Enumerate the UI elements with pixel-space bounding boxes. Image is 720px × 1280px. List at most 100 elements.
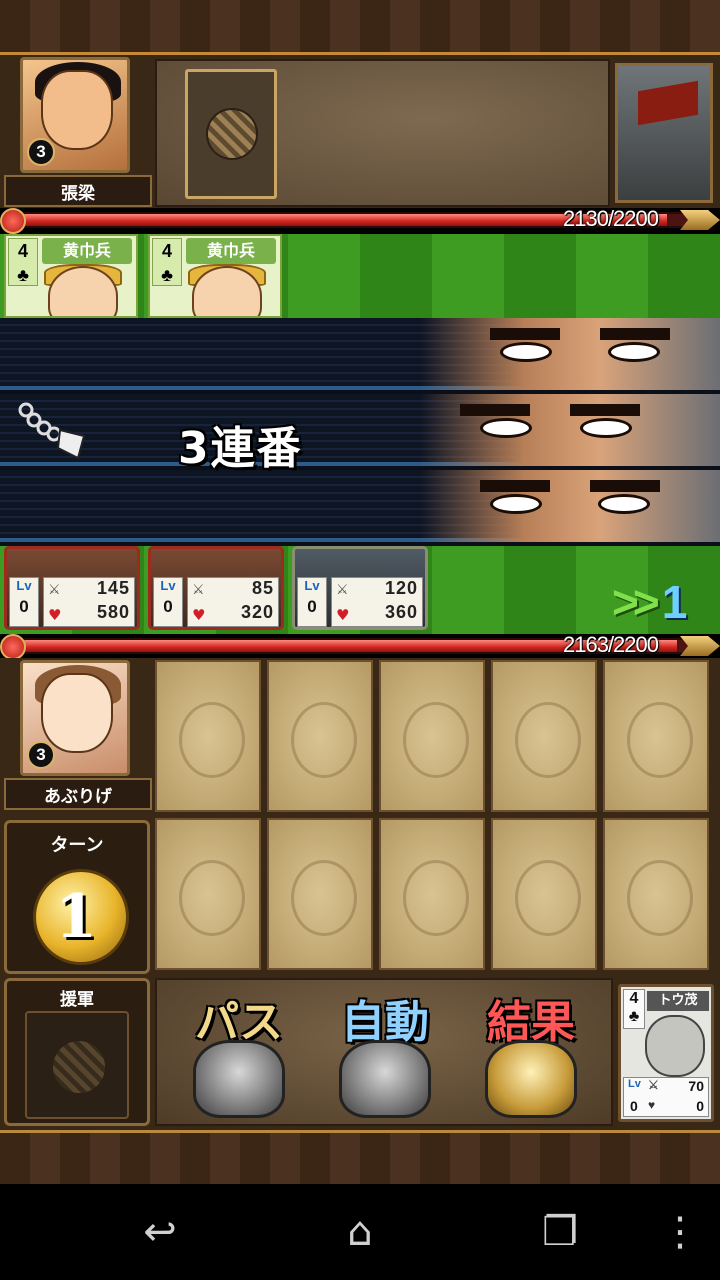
board-slot[interactable] (379, 660, 485, 812)
soldier-face (48, 266, 118, 316)
eye (480, 418, 532, 438)
player-unit-card[interactable]: Lv 0 ⚔ 120 ♥ 360 (292, 546, 428, 630)
turn-coin-icon: 1 (33, 869, 129, 965)
enemy-weapon-icon[interactable] (615, 63, 713, 203)
board-slot[interactable] (603, 818, 709, 970)
enemy-unit-card[interactable]: 4 ♣ 黄巾兵 (148, 234, 282, 318)
player-hp-bar: 2163/2200 (0, 632, 720, 660)
back-icon[interactable]: ↩ (130, 1204, 190, 1260)
unit-stats: ⚔ 145 ♥ 580 (43, 577, 135, 627)
card-lv-label: Lv (628, 1078, 641, 1090)
board-slot[interactable] (155, 660, 261, 812)
board-slot[interactable] (491, 818, 597, 970)
eye (500, 342, 552, 362)
turn-label: ターン (50, 835, 104, 856)
eye (580, 418, 632, 438)
reinforcement-label: 援軍 (60, 990, 94, 1010)
unit-level: Lv 0 (153, 577, 183, 627)
player-unit-card[interactable]: Lv 0 ⚔ 145 ♥ 580 (4, 546, 140, 630)
heart-icon: ♥ (336, 606, 350, 624)
board-slot[interactable] (267, 660, 373, 812)
top-wood-frame (0, 0, 720, 52)
warrior-stripe-3 (0, 470, 720, 542)
enemy-portrait[interactable]: 3 (20, 57, 130, 173)
player-area: 3 あぶりげ ターン 1 援軍 パス 自動 結果 4 ♣ トウ茂 Lv 0 ⚔ … (0, 658, 720, 1130)
eye (598, 494, 650, 514)
enemy-unit-card[interactable]: 4 ♣ 黄巾兵 (4, 234, 138, 318)
heart-icon: ♥ (648, 1098, 656, 1112)
unit-stats: ⚔ 120 ♥ 360 (331, 577, 423, 627)
banner-icon (638, 80, 698, 126)
unit-level: Lv 0 (297, 577, 327, 627)
enemy-name: 張梁 (4, 175, 152, 207)
unit-stats: ⚔ 85 ♥ 320 (187, 577, 279, 627)
board-slot[interactable] (267, 818, 373, 970)
enemy-face (41, 70, 113, 150)
pass-button[interactable]: パス (179, 986, 299, 1124)
warrior-face (420, 470, 720, 542)
player-name: あぶりげ (4, 778, 152, 810)
board-slot[interactable] (491, 660, 597, 812)
enemy-face-down-card (185, 69, 277, 199)
player-level-badge: 3 (27, 741, 55, 769)
board-slot[interactable] (155, 818, 261, 970)
action-bar: パス 自動 結果 (155, 978, 613, 1126)
reinforcement-slot[interactable] (25, 1011, 129, 1119)
board-slot[interactable] (379, 818, 485, 970)
enemy-panel: 3 張梁 (0, 52, 720, 208)
lion-icon (339, 1040, 431, 1118)
sword-icon: ⚔ (336, 582, 349, 598)
orb-icon (206, 108, 258, 160)
eye (608, 342, 660, 362)
home-icon[interactable]: ⌂ (330, 1204, 390, 1260)
soldier-face (192, 266, 262, 316)
card-board (155, 660, 717, 976)
heart-icon: ♥ (48, 606, 62, 624)
sword-icon: ⚔ (648, 1078, 659, 1092)
sword-icon: ⚔ (48, 582, 61, 598)
brow (600, 328, 670, 340)
unit-hp: 320 (240, 602, 274, 622)
warrior-face (420, 394, 720, 466)
brow (590, 480, 660, 492)
chain-weapon-icon (18, 402, 86, 460)
card-rank: 4 ♣ (152, 238, 182, 286)
card-name: 黄巾兵 (186, 238, 276, 264)
heart-icon (0, 634, 26, 660)
enemy-field (155, 59, 610, 207)
recent-apps-icon[interactable]: ❐ (530, 1204, 590, 1260)
warrior-face (420, 318, 720, 390)
sword-icon: ⚔ (192, 582, 205, 598)
heart-icon: ♥ (192, 606, 206, 624)
unit-attack: 145 (96, 578, 130, 598)
heart-icon (0, 208, 26, 234)
lion-icon (193, 1040, 285, 1118)
unit-level: Lv 0 (9, 577, 39, 627)
reinforcement-panel[interactable]: 援軍 (4, 978, 150, 1126)
brow (460, 404, 530, 416)
turn-indicator: ターン 1 (4, 820, 150, 974)
board-slot[interactable] (603, 660, 709, 812)
brow (480, 480, 550, 492)
menu-icon[interactable]: ⋮ (650, 1204, 710, 1260)
warrior-stripe-2 (0, 394, 720, 466)
card-name: 黄巾兵 (42, 238, 132, 264)
hand-card[interactable]: 4 ♣ トウ茂 Lv 0 ⚔ 70 ♥ 0 (618, 984, 714, 1122)
bottom-wood-frame (0, 1130, 720, 1184)
unit-attack: 85 (251, 578, 274, 598)
card-hp: 0 (696, 1098, 704, 1114)
card-rank: 4 ♣ (8, 238, 38, 286)
orb-icon (53, 1041, 105, 1093)
enemy-hp-bar: 2130/2200 (0, 206, 720, 234)
auto-button[interactable]: 自動 (325, 986, 445, 1124)
fast-forward-button[interactable]: >> 1 (612, 575, 712, 631)
enemy-level-badge: 3 (27, 138, 55, 166)
combo-text: 3連番 (178, 423, 303, 474)
player-face (41, 673, 113, 753)
player-unit-card[interactable]: Lv 0 ⚔ 85 ♥ 320 (148, 546, 284, 630)
combo-banner: 3連番 (0, 318, 720, 546)
card-level: 0 (630, 1098, 638, 1114)
player-portrait[interactable]: 3 (20, 660, 130, 776)
fast-forward-icon: >> (612, 576, 660, 628)
result-button[interactable]: 結果 (471, 986, 591, 1124)
